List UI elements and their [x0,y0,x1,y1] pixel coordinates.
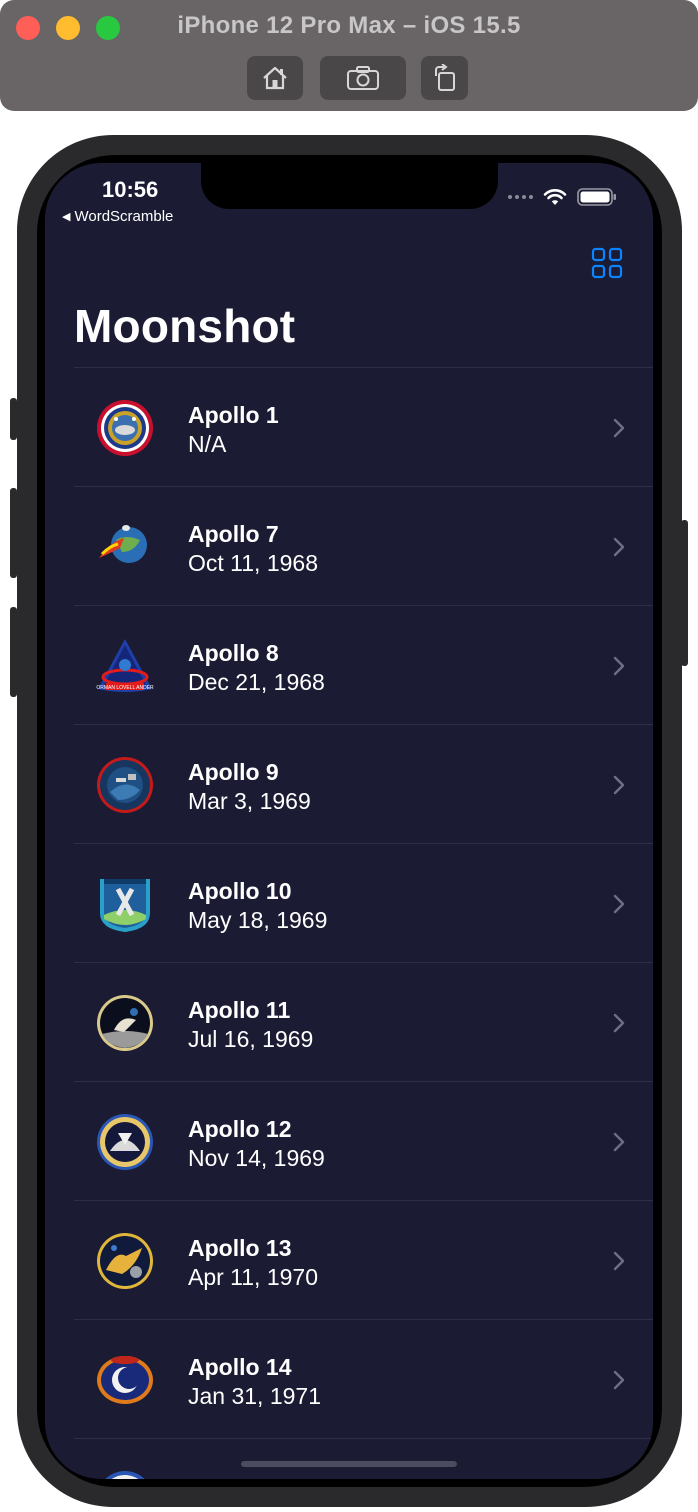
home-icon [263,66,287,90]
power-button [681,520,688,666]
simulator-toolbar: iPhone 12 Pro Max – iOS 15.5 [0,0,698,111]
mission-list: Apollo 1 N/A Apollo 7 Oct 11, 1968 BORMA… [74,367,653,1479]
mission-date: Nov 14, 1969 [188,1145,325,1171]
mission-name: Apollo 12 [188,1116,292,1142]
apollo-13-patch-icon [97,1233,153,1289]
back-triangle-icon: ◀ [62,211,71,223]
mission-patch-icon [105,1471,145,1479]
chevron-right-icon [613,537,625,557]
mission-name: Apollo 11 [188,997,291,1023]
chevron-right-icon [613,418,625,438]
status-time: 10:56 [102,177,159,202]
page-title: Moonshot [74,300,296,352]
mission-name: Apollo 13 [188,1235,292,1261]
back-to-app-link[interactable]: ◀ WordScramble [62,208,173,225]
chevron-right-icon [613,1132,625,1152]
apollo-7-patch-icon [99,523,152,571]
chevron-right-icon [613,775,625,795]
list-item[interactable]: Apollo 13 Apr 11, 1970 [74,1200,653,1319]
cellular-signal-icon [508,195,533,199]
mission-name: Apollo 1 [188,402,279,428]
mission-date: Jan 31, 1971 [188,1383,322,1409]
list-item[interactable]: BORMAN LOVELL ANDERS Apollo 8 Dec 21, 19… [74,605,653,724]
list-item[interactable]: Apollo 11 Jul 16, 1969 [74,962,653,1081]
mission-name: Apollo 9 [188,759,279,785]
chevron-right-icon [613,656,625,676]
mission-date: N/A [188,431,227,457]
rotate-icon [434,64,455,91]
volume-down-button [10,607,17,697]
apollo-14-patch-icon [97,1356,153,1404]
chevron-right-icon [613,1370,625,1390]
grid-layout-icon[interactable] [591,247,623,279]
chevron-right-icon [613,1251,625,1271]
chevron-right-icon [613,1013,625,1033]
svg-text:BORMAN LOVELL ANDERS: BORMAN LOVELL ANDERS [96,685,154,691]
list-item[interactable]: Apollo 10 May 18, 1969 [74,843,653,962]
camera-icon [347,66,379,90]
mission-date: Mar 3, 1969 [188,788,311,814]
rotate-button[interactable] [421,56,468,100]
mission-date: Jul 16, 1969 [188,1026,314,1052]
battery-icon [577,188,616,206]
list-item[interactable]: Apollo 9 Mar 3, 1969 [74,724,653,843]
mission-date: Dec 21, 1968 [188,669,325,695]
chevron-right-icon [613,894,625,914]
apollo-10-patch-icon [100,879,150,932]
mute-switch [10,398,17,440]
mission-date: Apr 11, 1970 [188,1264,319,1290]
list-item[interactable]: Apollo 14 Jan 31, 1971 [74,1319,653,1438]
list-item[interactable]: Apollo 1 N/A [74,367,653,486]
apollo-11-patch-icon [97,995,153,1051]
list-item[interactable]: Apollo 12 Nov 14, 1969 [74,1081,653,1200]
simulator-title: iPhone 12 Pro Max – iOS 15.5 [177,12,521,39]
mission-date: Oct 11, 1968 [188,550,318,576]
notch [201,163,498,209]
wifi-icon [543,189,567,205]
apollo-8-patch-icon: BORMAN LOVELL ANDERS [96,639,154,692]
mission-name: Apollo 8 [188,640,279,666]
list-item[interactable]: Apollo 7 Oct 11, 1968 [74,486,653,605]
home-indicator[interactable] [241,1461,457,1467]
list-item-partial[interactable] [74,1438,653,1479]
apollo-12-patch-icon [97,1114,153,1170]
home-button[interactable] [247,56,303,100]
phone-screen: 10:56 ◀ WordScramble Moonshot Apollo 1 N… [45,163,653,1479]
mission-date: May 18, 1969 [188,907,328,933]
volume-up-button [10,488,17,578]
apollo-1-patch-icon [97,400,153,456]
mission-name: Apollo 14 [188,1354,292,1380]
status-indicators [508,187,617,207]
screenshot-button[interactable] [320,56,406,100]
mission-name: Apollo 10 [188,878,292,904]
mission-name: Apollo 7 [188,521,279,547]
back-app-label: WordScramble [74,208,174,225]
apollo-9-patch-icon [97,757,153,813]
